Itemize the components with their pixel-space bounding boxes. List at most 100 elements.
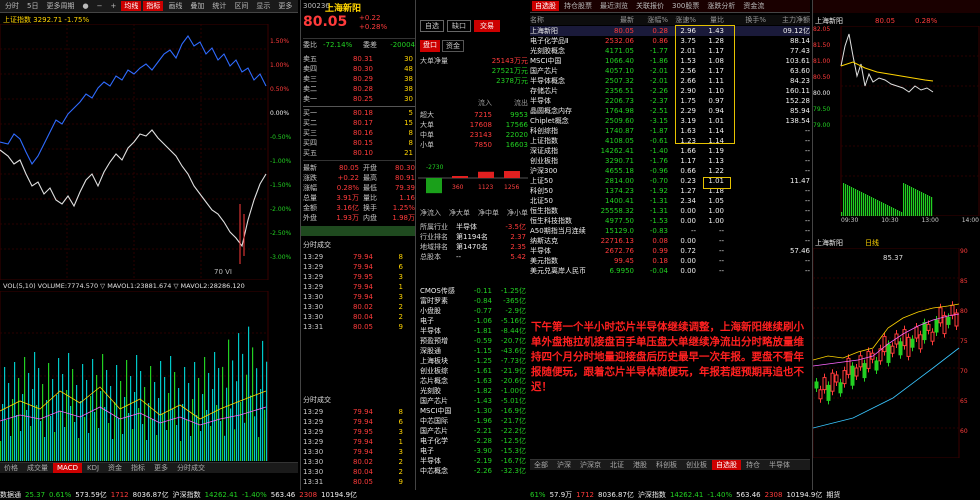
k-candle[interactable] xyxy=(930,331,935,342)
table-row[interactable]: 美元指数 99.45 0.18 0.00 -- -- xyxy=(530,256,810,266)
ticks-list[interactable]: 13:29 79.94 8 13:29 79.94 6 13:29 79.95 3 13:29 79… xyxy=(303,252,415,332)
index-minute-chart[interactable]: 70 VI xyxy=(0,24,298,280)
k-candle[interactable] xyxy=(934,319,939,333)
sector-row[interactable]: MSCI中国 -1.30 -16.9亿 xyxy=(420,406,528,416)
table-row[interactable]: 美元兑离岸人民币 6.9950 -0.04 0.00 -- -- xyxy=(530,266,810,276)
k-candle[interactable] xyxy=(922,322,927,341)
k-candle[interactable] xyxy=(874,360,879,371)
sell-level[interactable]: 卖二 80.28 38 xyxy=(303,84,415,94)
buy-level[interactable]: 买二 80.17 15 xyxy=(303,118,415,128)
tab-net-small[interactable]: 净小单 xyxy=(507,208,528,218)
sector-row[interactable]: 深股通 -1.15 -43.6亿 xyxy=(420,346,528,356)
table-row[interactable]: 上海新阳 80.05 0.28 2.96 1.43 09.12亿 xyxy=(530,26,810,36)
tab-ma[interactable]: 均线 xyxy=(121,1,142,11)
sector-row[interactable]: 芯片概念 -1.63 -20.6亿 xyxy=(420,376,528,386)
tab-pankou[interactable]: 盘口 xyxy=(420,40,440,52)
table-row[interactable]: 纳斯达克 22716.13 0.08 0.00 -- -- xyxy=(530,236,810,246)
table-row[interactable]: 半导体概念 2507.32 -2.01 2.66 1.11 84.23 xyxy=(530,76,810,86)
volume-chart[interactable] xyxy=(0,291,298,461)
tab-net-big[interactable]: 净大单 xyxy=(449,208,470,218)
table-row[interactable]: 上证指数 4108.05 -0.61 1.23 1.14 -- xyxy=(530,136,810,146)
k-candle[interactable] xyxy=(910,338,915,348)
tab-overlay[interactable]: 叠加 xyxy=(187,1,207,11)
zoom-out-button[interactable]: − xyxy=(94,2,106,10)
tab-sh-sz-bj[interactable]: 沪深京 xyxy=(576,460,605,470)
tab-zijin[interactable]: 资金 xyxy=(442,40,464,52)
table-row[interactable]: 创业板指 3290.71 -1.76 1.17 1.13 -- xyxy=(530,156,810,166)
k-candle[interactable] xyxy=(866,350,871,369)
tab-range[interactable]: 区间 xyxy=(231,1,251,11)
table-row[interactable]: 北证50 1400.41 -1.31 2.34 1.05 -- xyxy=(530,196,810,206)
table-row[interactable]: 半导体 2206.73 -2.37 1.75 0.97 152.28 xyxy=(530,96,810,106)
tab-300[interactable]: 300股票 xyxy=(669,1,702,11)
k-candle[interactable] xyxy=(862,363,867,379)
sector-row[interactable]: 富时罗素 -0.84 -365亿 xyxy=(420,296,528,306)
buy-level[interactable]: 买五 80.10 21 xyxy=(303,148,415,158)
sector-row[interactable]: 电子化学 -2.28 -12.5亿 xyxy=(420,436,528,446)
sector-row[interactable]: 中芯概念 -2.26 -32.3亿 xyxy=(420,466,528,476)
k-candle[interactable] xyxy=(938,307,943,324)
col-name[interactable]: 名称 xyxy=(530,15,594,25)
table-row[interactable]: 国产芯片 4057.10 -2.01 2.56 1.17 63.60 xyxy=(530,66,810,76)
sell-level[interactable]: 卖三 80.29 38 xyxy=(303,74,415,84)
table-row[interactable]: 深证成指 14262.41 -1.40 1.66 1.19 -- xyxy=(530,146,810,156)
tab-draw[interactable]: 画线 xyxy=(165,1,185,11)
k-candle[interactable] xyxy=(914,326,919,339)
k-candle[interactable] xyxy=(918,334,923,350)
col-main-net[interactable]: 主力净额 xyxy=(766,15,810,25)
k-candle[interactable] xyxy=(890,345,895,354)
sector-row[interactable]: 半导体 -1.81 -8.44亿 xyxy=(420,326,528,336)
k-candle[interactable] xyxy=(850,365,855,386)
tab-kdj[interactable]: KDJ xyxy=(83,463,103,473)
gap-button[interactable]: 缺口 xyxy=(447,20,471,32)
k-candle[interactable] xyxy=(854,367,859,377)
table-row[interactable]: A50期指当月连续 15129.0 -0.83 -- -- -- xyxy=(530,226,810,236)
tab-holdings[interactable]: 持仓股票 xyxy=(561,1,595,11)
tab-more[interactable]: 更多 xyxy=(275,1,295,11)
table-row[interactable]: Chiplet概念 2509.60 -3.15 3.19 1.01 138.54 xyxy=(530,116,810,126)
tab-flow[interactable]: 资金流 xyxy=(740,1,767,11)
k-candle[interactable] xyxy=(818,389,823,400)
tab-watchlist[interactable]: 自选股 xyxy=(532,1,559,11)
status-index2[interactable]: 沪深指数 xyxy=(173,490,201,500)
tab-indicator[interactable]: 指标 xyxy=(143,1,164,11)
col-pct[interactable]: 涨幅% xyxy=(634,15,668,25)
table-row[interactable]: 沪深300 4655.18 -0.96 0.66 1.22 -- xyxy=(530,166,810,176)
sell-level[interactable]: 卖五 80.31 30 xyxy=(303,54,415,64)
tab-bj[interactable]: 北证 xyxy=(606,460,628,470)
col-speed[interactable]: 涨速% xyxy=(668,15,696,25)
k-candle[interactable] xyxy=(946,316,951,325)
sector-row[interactable]: 电子 -3.90 -15.3亿 xyxy=(420,446,528,456)
zoom-in-button[interactable]: + xyxy=(107,2,119,10)
status-index[interactable]: 数据通 xyxy=(0,490,21,500)
tab-star[interactable]: 科创板 xyxy=(652,460,681,470)
sector-row[interactable]: 电子 -1.06 -5.16亿 xyxy=(420,316,528,326)
status-r-k[interactable]: 期货 xyxy=(826,490,840,500)
tab-price[interactable]: 价格 xyxy=(0,463,22,473)
col-price[interactable]: 最新 xyxy=(594,15,634,25)
table-row[interactable]: 存储芯片 2356.51 -2.26 2.90 1.10 160.11 xyxy=(530,86,810,96)
ticks-list-2[interactable]: 13:29 79.94 8 13:29 79.94 6 13:29 79.95 3 13:29 79… xyxy=(303,407,415,487)
k-candle[interactable] xyxy=(902,329,907,347)
dot-icon[interactable]: ● xyxy=(79,2,91,10)
status-r-e[interactable]: 沪深指数 xyxy=(638,490,666,500)
tab-related[interactable]: 关联报价 xyxy=(633,1,667,11)
k-candle[interactable] xyxy=(898,341,903,356)
tab-gem[interactable]: 创业板 xyxy=(682,460,711,470)
table-row[interactable]: 恒生科技指数 4977.50 -1.53 0.00 1.00 -- xyxy=(530,216,810,226)
sector-row[interactable]: 创业板综 -1.61 -21.9亿 xyxy=(420,366,528,376)
tab-ind[interactable]: 指标 xyxy=(127,463,149,473)
sector-row[interactable]: 上海板块 -1.25 -7.73亿 xyxy=(420,356,528,366)
tab-all[interactable]: 全部 xyxy=(530,460,552,470)
tab-volume[interactable]: 成交量 xyxy=(23,463,52,473)
tab-more2[interactable]: 更多 xyxy=(150,463,172,473)
mini-k-chart[interactable]: 85.37 xyxy=(813,248,980,458)
col-ratio[interactable]: 量比 xyxy=(696,15,724,25)
k-candle[interactable] xyxy=(842,370,847,385)
tab-self[interactable]: 自选股 xyxy=(712,460,741,470)
tab-macd[interactable]: MACD xyxy=(53,463,82,473)
sector-row[interactable]: 中芯国际 -1.96 -21.7亿 xyxy=(420,416,528,426)
tab-sh-sz[interactable]: 沪深 xyxy=(553,460,575,470)
tab-ticks[interactable]: 分时成交 xyxy=(173,463,209,473)
table-row[interactable]: 科创50 1374.23 -1.92 1.27 1.18 -- xyxy=(530,186,810,196)
